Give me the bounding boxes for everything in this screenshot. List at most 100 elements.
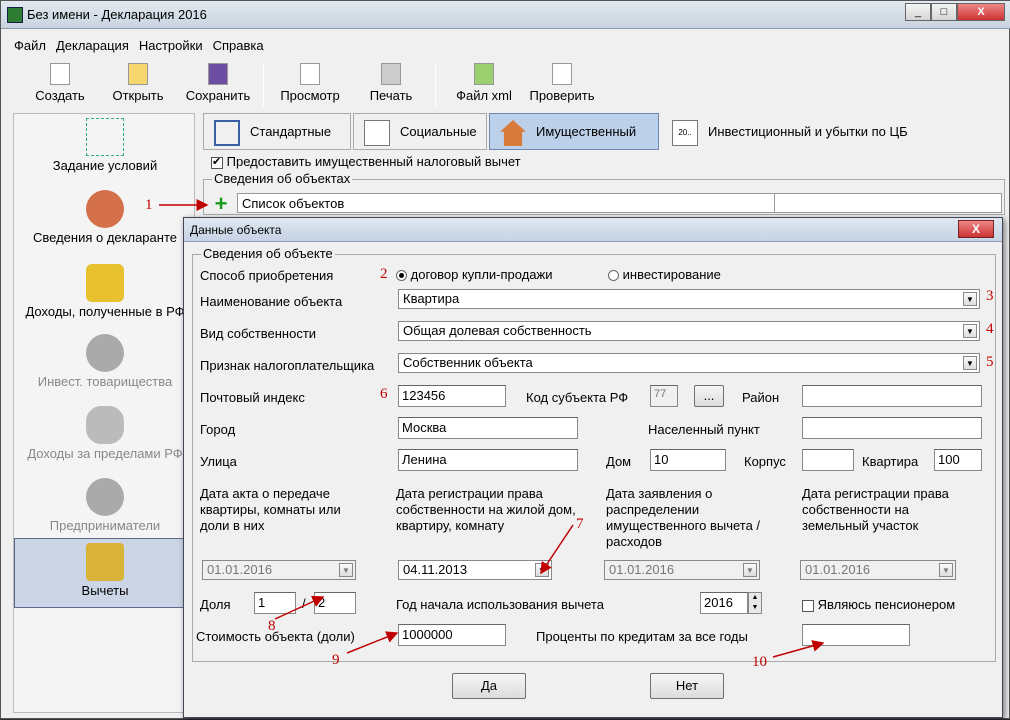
taxpayer-select[interactable]: Собственник объекта ▼ — [398, 353, 980, 373]
date2-label: Дата регистрации права собственности на … — [396, 486, 576, 533]
zip-input[interactable]: 123456 — [398, 385, 506, 407]
check-button[interactable]: Проверить — [527, 59, 597, 103]
interest-input[interactable] — [802, 624, 910, 646]
xml-label: Файл xml — [456, 88, 512, 103]
acquisition-option-investment-label: инвестирование — [622, 267, 721, 282]
sidebar-item-income-rf[interactable]: Доходы, полученные в РФ — [14, 260, 196, 328]
share-denominator-input[interactable]: 2 — [314, 592, 356, 614]
sidebar-item-label: Вычеты — [81, 583, 129, 598]
open-folder-icon — [128, 63, 148, 85]
date1-picker[interactable]: 01.01.2016 ▼ — [202, 560, 356, 580]
xml-button[interactable]: Файл xml — [449, 59, 519, 103]
date4-label: Дата регистрации права собственности на … — [802, 486, 949, 533]
preview-button[interactable]: Просмотр — [275, 59, 345, 103]
house-icon — [500, 120, 526, 146]
sidebar-item-foreign-income[interactable]: Доходы за пределами РФ — [14, 402, 196, 470]
floppy-disk-icon — [208, 63, 228, 85]
minimize-button[interactable]: _ — [905, 3, 931, 21]
sidebar-item-declarant[interactable]: Сведения о декларанте — [14, 186, 196, 254]
tab-investment[interactable]: 20.. Инвестиционный и убытки по ЦБ — [661, 113, 931, 150]
street-input[interactable]: Ленина — [398, 449, 578, 471]
preview-label: Просмотр — [280, 88, 340, 103]
create-button[interactable]: Создать — [25, 59, 95, 103]
sidebar-item-conditions[interactable]: Задание условий — [14, 114, 196, 182]
acquisition-option-investment[interactable]: инвестирование — [608, 267, 721, 282]
dialog-close-button[interactable]: X — [958, 220, 994, 238]
pensioner-checkbox[interactable]: Являюсь пенсионером — [802, 597, 955, 612]
date3-picker[interactable]: 01.01.2016 ▼ — [604, 560, 760, 580]
tab-social[interactable]: Социальные — [353, 113, 487, 150]
checkbox-box[interactable] — [211, 155, 223, 169]
date1-value: 01.01.2016 — [207, 562, 273, 577]
property-deduction-checkbox[interactable]: Предоставить имущественный налоговый выч… — [211, 154, 521, 169]
chevron-down-icon[interactable]: ▼ — [963, 356, 977, 370]
annotation-5: 5 — [986, 354, 994, 370]
ownership-select[interactable]: Общая долевая собственность ▼ — [398, 321, 980, 341]
save-button[interactable]: Сохранить — [183, 59, 253, 103]
block-label: Корпус — [744, 454, 786, 469]
ok-button[interactable]: Да — [452, 673, 526, 699]
objects-list-header-label: Список объектов — [242, 196, 345, 211]
menu-settings[interactable]: Настройки — [134, 36, 208, 55]
radio-investment[interactable] — [608, 270, 619, 282]
chevron-down-icon[interactable]: ▼ — [339, 563, 353, 577]
checkbox-label: Предоставить имущественный налоговый выч… — [226, 154, 521, 169]
region-code-input[interactable]: 77 — [650, 385, 678, 407]
objects-list-header: Список объектов — [237, 193, 1002, 213]
annotation-1: 1 — [145, 197, 153, 213]
dialog-title-bar: Данные объекта X — [184, 218, 1002, 242]
annotation-8: 8 — [268, 618, 276, 634]
menu-help[interactable]: Справка — [208, 36, 269, 55]
menu-declaration[interactable]: Декларация — [51, 36, 134, 55]
region-code-browse-button[interactable]: ... — [694, 385, 724, 407]
sidebar-item-deductions[interactable]: Вычеты — [14, 538, 196, 608]
sidebar: Задание условий Сведения о декларанте До… — [13, 113, 196, 713]
sidebar-item-investment[interactable]: Инвест. товарищества — [14, 330, 196, 398]
city-input[interactable]: Москва — [398, 417, 578, 439]
district-input[interactable] — [802, 385, 982, 407]
year-start-input[interactable]: 2016 — [700, 592, 748, 614]
sidebar-item-entrepreneurs[interactable]: Предприниматели — [14, 474, 196, 542]
locality-input[interactable] — [802, 417, 982, 439]
main-window: Без имени - Декларация 2016 _ □ X Файл Де… — [0, 0, 1010, 719]
object-name-value: Квартира — [403, 291, 460, 306]
chevron-down-icon[interactable]: ▼ — [963, 324, 977, 338]
sidebar-item-label: Инвест. товарищества — [37, 374, 173, 389]
house-input[interactable]: 10 — [650, 449, 726, 471]
close-button[interactable]: X — [957, 3, 1005, 21]
chevron-down-icon[interactable]: ▼ — [535, 563, 549, 577]
sidebar-item-label: Доходы за пределами РФ — [27, 446, 183, 461]
ownership-value: Общая долевая собственность — [403, 323, 592, 338]
zip-label: Почтовый индекс — [200, 390, 305, 405]
chevron-down-icon[interactable]: ▼ — [939, 563, 953, 577]
flat-input[interactable]: 100 — [934, 449, 982, 471]
cost-input[interactable]: 1000000 — [398, 624, 506, 646]
year-spinner[interactable]: ▲ ▼ — [748, 592, 762, 614]
acquisition-option-purchase[interactable]: договор купли-продажи — [396, 267, 553, 282]
menu-file[interactable]: Файл — [9, 36, 51, 55]
objects-group-label: Сведения об объектах — [212, 171, 353, 186]
dialog-title: Данные объекта — [190, 223, 282, 237]
annotation-2: 2 — [380, 266, 388, 282]
share-numerator-input[interactable]: 1 — [254, 592, 296, 614]
share-separator: / — [302, 596, 306, 611]
date4-picker[interactable]: 01.01.2016 ▼ — [800, 560, 956, 580]
pensioner-checkbox-box[interactable] — [802, 599, 814, 612]
radio-purchase[interactable] — [396, 270, 407, 282]
maximize-button[interactable]: □ — [931, 3, 957, 21]
open-label: Открыть — [112, 88, 164, 103]
chevron-down-icon[interactable]: ▼ — [743, 563, 757, 577]
object-name-select[interactable]: Квартира ▼ — [398, 289, 980, 309]
tab-standard[interactable]: Стандартные — [203, 113, 351, 150]
block-input[interactable] — [802, 449, 854, 471]
cancel-button[interactable]: Нет — [650, 673, 724, 699]
date2-picker[interactable]: 04.11.2013 ▼ — [398, 560, 552, 580]
add-object-button[interactable]: + — [211, 193, 231, 215]
annotation-3: 3 — [986, 288, 994, 304]
tab-property[interactable]: Имущественный — [489, 113, 659, 150]
print-button[interactable]: Печать — [356, 59, 426, 103]
tab-label: Стандартные — [250, 124, 332, 139]
chevron-down-icon[interactable]: ▼ — [963, 292, 977, 306]
column-divider — [774, 194, 775, 212]
open-button[interactable]: Открыть — [103, 59, 173, 103]
